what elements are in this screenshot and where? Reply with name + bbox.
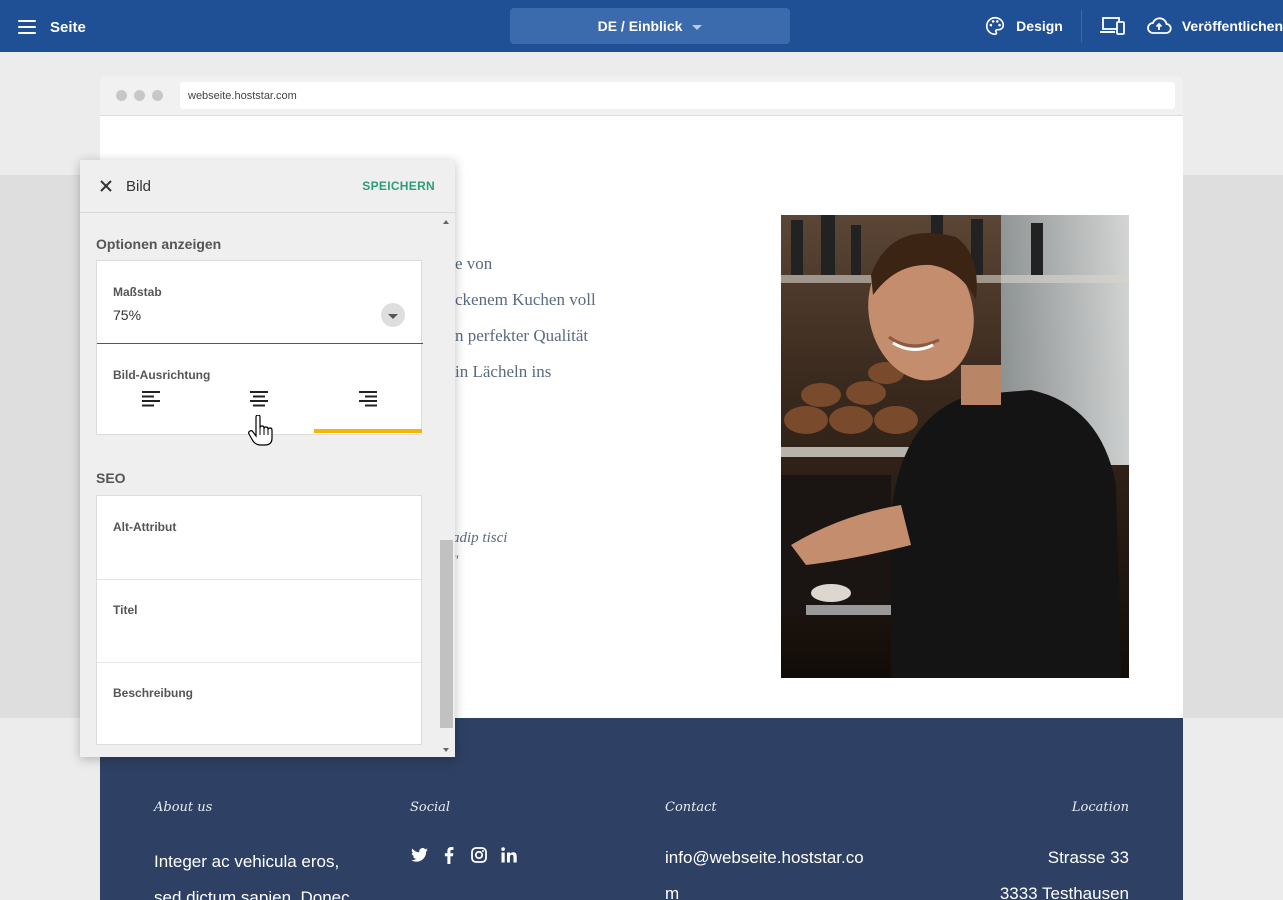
device-preview-button[interactable]: [1099, 0, 1126, 52]
seo-title: SEO: [96, 470, 126, 486]
alt-attribute-label[interactable]: Alt-Attribut: [113, 520, 176, 534]
footer-contact-email-wrap[interactable]: m: [665, 884, 679, 900]
language-page-selector[interactable]: DE / Einblick: [510, 8, 790, 44]
align-right-button[interactable]: [314, 387, 422, 435]
twitter-icon[interactable]: [410, 846, 428, 864]
divider: [1080, 10, 1082, 42]
footer-social-heading: Social: [410, 800, 451, 815]
footer-location-line: 3333 Testhausen: [999, 884, 1129, 900]
barista-photo[interactable]: [781, 215, 1129, 678]
scroll-down-icon[interactable]: [443, 748, 449, 752]
panel-title: Bild: [126, 178, 152, 195]
hamburger-icon: [18, 20, 36, 34]
alignment-label: Bild-Ausrichtung: [113, 368, 211, 382]
body-text-line: in Lächeln ins: [455, 362, 552, 381]
footer-location-heading: Location: [1071, 800, 1129, 815]
publish-label: Veröffentlichen: [1181, 18, 1283, 34]
footer-about-heading: About us: [154, 800, 213, 815]
scale-label: Maßstab: [113, 285, 162, 299]
active-alignment-indicator: [314, 429, 422, 433]
top-app-bar: Seite DE / Einblick Design Veröffentlich…: [0, 0, 1283, 52]
barista-image: [781, 215, 1129, 678]
display-options-card: Maßstab 75% Bild-Ausrichtung: [96, 260, 423, 435]
align-left-icon: [142, 391, 160, 407]
facebook-icon[interactable]: [440, 846, 458, 864]
body-text-line: e von: [455, 254, 493, 273]
menu-button[interactable]: Seite: [18, 14, 98, 40]
panel-header: Bild SPEICHERN: [80, 160, 455, 213]
language-page-label: DE / Einblick: [597, 18, 683, 34]
image-settings-panel: Bild SPEICHERN Optionen anzeigen Maßstab…: [80, 160, 455, 757]
footer-contact-email[interactable]: info@webseite.hoststar.co: [665, 848, 864, 868]
devices-icon: [1099, 17, 1125, 35]
linkedin-icon[interactable]: [500, 846, 518, 864]
footer-location-line: Strasse 33: [1047, 848, 1129, 867]
divider: [97, 579, 421, 580]
cloud-upload-icon: [1147, 17, 1172, 34]
instagram-icon[interactable]: [470, 846, 488, 864]
description-label[interactable]: Beschreibung: [113, 686, 193, 700]
quote-line: adip tisci: [452, 530, 508, 546]
save-button[interactable]: SPEICHERN: [362, 179, 435, 193]
scale-dropdown-button[interactable]: [381, 303, 405, 327]
seo-card: Alt-Attribut Titel Beschreibung: [96, 495, 422, 745]
chevron-down-icon: [692, 24, 703, 30]
display-options-title: Optionen anzeigen: [96, 236, 222, 252]
scroll-up-icon[interactable]: [443, 220, 449, 224]
design-button[interactable]: Design: [984, 0, 1063, 52]
browser-bar: webseite.hoststar.com: [100, 76, 1183, 116]
align-center-icon: [250, 391, 268, 407]
window-dots: [116, 90, 163, 101]
body-text-line: n perfekter Qualität: [455, 326, 589, 345]
palette-icon: [986, 16, 1005, 36]
publish-button[interactable]: Veröffentlichen: [1146, 0, 1283, 52]
page-label: Seite: [50, 18, 86, 36]
panel-scrollbar[interactable]: [440, 220, 453, 752]
body-text-line: ckenem Kuchen voll: [455, 290, 596, 309]
title-label[interactable]: Titel: [113, 603, 137, 617]
design-label: Design: [1016, 18, 1063, 34]
social-links: [410, 846, 518, 864]
footer-contact-heading: Contact: [665, 800, 717, 815]
divider: [97, 662, 421, 663]
footer-about-line: Integer ac vehicula eros,: [154, 852, 340, 871]
align-right-icon: [359, 391, 377, 407]
align-left-button[interactable]: [97, 387, 205, 435]
scrollbar-thumb[interactable]: [440, 540, 453, 728]
close-icon[interactable]: [96, 176, 116, 196]
scale-underline: [97, 343, 423, 344]
chevron-down-icon: [388, 313, 398, 319]
align-center-button[interactable]: [205, 387, 313, 435]
footer-about-line: sed dictum sapien. Donec: [154, 888, 350, 900]
url-field: webseite.hoststar.com: [180, 82, 1175, 109]
scale-value[interactable]: 75%: [113, 307, 141, 323]
